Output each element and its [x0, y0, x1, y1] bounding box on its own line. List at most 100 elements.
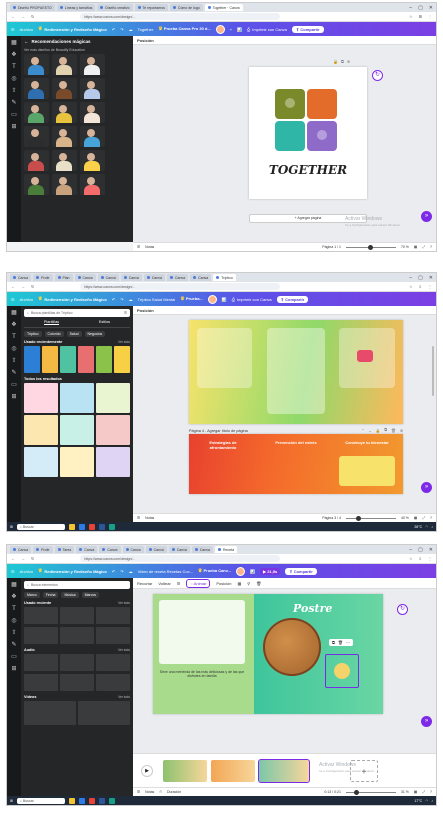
video-item[interactable]	[78, 701, 130, 725]
file-menu[interactable]: Archivo	[20, 27, 33, 32]
rail-brand[interactable]: ◎	[11, 76, 16, 82]
wifi-icon[interactable]: ◠	[425, 799, 428, 803]
browser-tab[interactable]: Canva	[120, 274, 142, 281]
notes-button[interactable]: Notas	[145, 516, 154, 520]
pro-trial-button[interactable]: ♛ Prueba Canva Pro 30 d...	[158, 26, 211, 32]
timeline-clip-selected[interactable]	[258, 759, 310, 783]
chevron-down-icon[interactable]: ⌄	[368, 428, 371, 433]
download-icon[interactable]: ⇩	[419, 284, 422, 289]
maximize-icon[interactable]: ▢	[418, 5, 423, 11]
duration-icon[interactable]: ⏱	[159, 790, 162, 794]
rail-uploads[interactable]: ⇧	[11, 88, 16, 94]
tab-styles[interactable]: Estilos	[99, 320, 110, 325]
help-icon[interactable]: »	[421, 716, 432, 727]
pro-trial-button[interactable]: ♛ Prueba Canv...	[198, 568, 231, 574]
undo-icon[interactable]: ↶	[112, 297, 115, 302]
position-button[interactable]: Posición	[216, 581, 231, 586]
sticker-item[interactable]	[80, 54, 105, 75]
print-button[interactable]: ⎙ Imprimir con Canva	[247, 27, 287, 32]
avatar[interactable]	[215, 24, 225, 34]
grid-view-icon[interactable]: ▦	[414, 516, 417, 520]
panel-subtitle[interactable]: Ver más diseños de Beautify Education	[24, 48, 130, 52]
project-title[interactable]: Tríptico Salud Mental	[138, 297, 176, 302]
browser-tab[interactable]: Profe	[33, 546, 53, 553]
explorer-icon[interactable]	[68, 523, 75, 530]
file-menu[interactable]: Archivo	[20, 297, 33, 302]
template-result-thumb[interactable]	[60, 447, 94, 477]
chrome-icon[interactable]	[88, 797, 95, 804]
duplicate-icon[interactable]: ⧉	[332, 640, 335, 645]
audio-item[interactable]	[96, 654, 130, 671]
url-field[interactable]: https://www.canva.com/design/...	[80, 13, 281, 20]
star-icon[interactable]: ☆	[409, 284, 413, 289]
rail-text[interactable]: T	[12, 334, 16, 340]
template-result-thumb[interactable]	[24, 383, 58, 413]
link-icon[interactable]: ⚲	[247, 581, 250, 586]
browser-tab[interactable]: Canva	[143, 274, 166, 281]
audio-item[interactable]	[96, 674, 130, 691]
app-icon[interactable]	[108, 523, 115, 530]
brochure-heading[interactable]: Construye tu bienestar	[339, 440, 395, 445]
rail-draw[interactable]: ✎	[11, 370, 16, 376]
browser-tab[interactable]: Te reportamos	[134, 4, 168, 11]
browser-tab[interactable]: Diseño PROPUESTO	[10, 4, 55, 11]
windows-start-icon[interactable]: ⊞	[10, 525, 13, 529]
rail-projects[interactable]: ▭	[11, 382, 17, 388]
recent-item[interactable]	[60, 627, 94, 644]
sticker-item[interactable]	[52, 150, 77, 171]
share-button[interactable]: ⇪ Compartir	[291, 25, 324, 33]
browser-tab[interactable]: Canva	[168, 546, 190, 553]
resize-button[interactable]: ♛ Redimensión y Rediseño Mágico	[38, 26, 107, 32]
audio-item[interactable]	[60, 654, 94, 671]
redo-icon[interactable]: ↷	[120, 569, 123, 574]
zoom-slider[interactable]	[345, 244, 396, 250]
close-icon[interactable]: ✕	[429, 5, 433, 11]
filter-chip[interactable]: Negocios	[84, 331, 106, 337]
template-result-thumb[interactable]	[60, 415, 94, 445]
project-title[interactable]: Together	[138, 27, 154, 32]
minimize-icon[interactable]: –	[409, 5, 412, 11]
duplicate-icon[interactable]: ⧉	[341, 59, 344, 64]
rail-uploads[interactable]: ⇧	[11, 630, 16, 636]
edge-icon[interactable]	[78, 523, 85, 530]
see-all-link[interactable]: Ver todo	[118, 601, 130, 605]
browser-tab[interactable]: Receta	[215, 546, 238, 553]
browser-tab[interactable]: Canva	[190, 274, 212, 281]
help-question-icon[interactable]: ?	[430, 516, 432, 520]
template-result-thumb[interactable]	[96, 383, 130, 413]
duplicate-icon[interactable]: ⧉	[384, 428, 387, 433]
zoom-slider[interactable]	[345, 515, 396, 521]
template-search-input[interactable]: ⌕ Busca plantillas de Tríptico ☰	[24, 309, 130, 317]
brochure-heading[interactable]: Estrategias de afrontamiento	[197, 440, 249, 450]
resize-button[interactable]: ♛ Redimensión y Rediseño Mágico	[38, 568, 107, 574]
rail-uploads[interactable]: ⇧	[11, 358, 16, 364]
browser-tab[interactable]: Plan	[54, 274, 73, 281]
reload-icon[interactable]: ↻	[31, 284, 34, 289]
filter-icon[interactable]: ☰	[124, 311, 127, 315]
browser-tab-active[interactable]: Together · Canva	[204, 4, 243, 11]
sticker-item[interactable]	[52, 78, 77, 99]
browser-tab[interactable]: Canva	[10, 274, 32, 281]
browser-tab[interactable]: Canva	[10, 546, 32, 553]
browser-tab[interactable]: Canva	[122, 546, 144, 553]
zoom-slider[interactable]	[345, 789, 396, 795]
notes-button[interactable]: Notas	[145, 245, 154, 249]
video-item[interactable]	[24, 701, 76, 725]
menu-icon[interactable]: ⋮	[428, 14, 432, 19]
fullscreen-icon[interactable]: ⤢	[422, 516, 425, 520]
word-icon[interactable]	[98, 797, 105, 804]
audio-item[interactable]	[24, 654, 58, 671]
rail-projects[interactable]: ▭	[11, 112, 17, 118]
share-button[interactable]: ⇪ Compartir	[276, 295, 309, 303]
hamburger-icon[interactable]: ☰	[11, 297, 15, 302]
design-page[interactable]: TOGETHER	[249, 67, 367, 199]
trash-icon[interactable]: 🗑	[338, 640, 343, 645]
back-icon[interactable]: ←	[11, 14, 15, 19]
add-icon[interactable]: +	[230, 27, 232, 32]
sticker-item[interactable]	[52, 174, 77, 195]
menu-icon[interactable]: ⋮	[428, 284, 432, 289]
edge-icon[interactable]	[78, 797, 85, 804]
chip-frames[interactable]: Marcos	[81, 592, 100, 598]
volume-icon[interactable]: ♪	[431, 799, 433, 803]
avatar[interactable]	[236, 566, 246, 576]
